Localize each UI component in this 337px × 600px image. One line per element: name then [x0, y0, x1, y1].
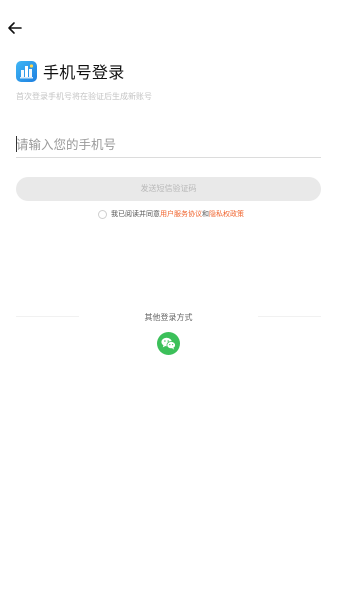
user-agreement-link[interactable]: 用户服务协议 — [160, 209, 202, 219]
text-caret — [16, 136, 17, 152]
page-title: 手机号登录 — [43, 63, 125, 82]
wechat-icon — [161, 337, 176, 350]
wechat-login-button[interactable] — [157, 332, 180, 355]
back-button[interactable] — [6, 19, 24, 37]
app-logo-icon — [16, 60, 37, 82]
agreement-prefix: 我已阅读并同意 — [111, 210, 160, 218]
divider-right — [258, 316, 321, 317]
other-login-label: 其他登录方式 — [144, 313, 193, 322]
phone-input-container — [16, 131, 321, 158]
phone-number-input[interactable] — [16, 131, 321, 157]
send-code-button[interactable]: 发送短信验证码 — [16, 177, 321, 201]
privacy-policy-link[interactable]: 隐私权政策 — [209, 209, 244, 219]
agreement-and: 和 — [202, 210, 209, 218]
page-subtitle: 首次登录手机号将在验证后生成新账号 — [16, 92, 152, 101]
arrow-left-icon — [8, 22, 22, 34]
title-row: 手机号登录 — [16, 60, 125, 82]
other-login-row: 其他登录方式 — [16, 312, 321, 322]
agreement-row: 我已阅读并同意 用户服务协议 和 隐私权政策 — [98, 208, 244, 220]
agreement-checkbox[interactable] — [98, 209, 107, 219]
